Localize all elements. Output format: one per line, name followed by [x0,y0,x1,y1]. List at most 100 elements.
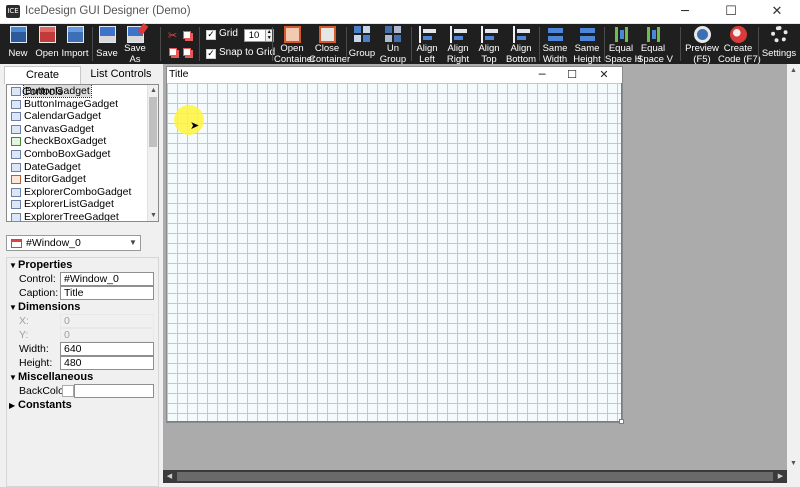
grid-label: Grid [219,28,238,39]
width-field[interactable]: 640 [60,342,154,356]
close-container-button[interactable]: Close Container [309,24,350,65]
equal-space-h-button[interactable]: Equal Space H [605,24,641,65]
toolbar-separator [539,27,540,61]
list-item[interactable]: ExplorerListGadget [7,198,158,211]
object-selector[interactable]: #Window_0 ▼ [6,235,141,251]
vertical-scrollbar[interactable]: ▲ ▼ [787,64,800,470]
list-item[interactable]: EditorGadget [7,173,158,186]
save-button[interactable]: Save [94,24,120,64]
horizontal-scrollbar[interactable]: ◀ ▶ [163,470,787,483]
date-gadget-icon [11,162,21,172]
scroll-down-icon[interactable]: ▼ [148,210,158,221]
object-selector-value: #Window_0 [26,237,81,249]
form-minimize-icon: ─ [538,68,546,81]
list-item[interactable]: CalendarGadget [7,110,158,123]
maximize-button[interactable]: ☐ [708,0,754,24]
duplicate-icon[interactable] [183,48,191,56]
align-left-icon [418,26,436,43]
scroll-thumb[interactable] [177,472,773,481]
window-icon [11,239,22,248]
open-label: Open [35,48,59,59]
align-bottom-icon [512,26,530,43]
height-field[interactable]: 480 [60,356,154,370]
align-bottom-button[interactable]: Align Bottom [505,24,537,65]
preview-button[interactable]: Preview (F5) [685,24,719,65]
list-item[interactable]: DateGadget [7,161,158,174]
save-as-icon [126,26,144,43]
list-item[interactable]: ExplorerComboGadget [7,186,158,199]
import-button[interactable]: Import [61,24,89,64]
explorer-list-gadget-icon [11,200,21,210]
scroll-up-icon[interactable]: ▲ [787,64,800,77]
editor-gadget-icon [11,175,21,185]
open-file-icon [38,26,56,43]
properties-section[interactable]: ▼Properties [9,259,72,272]
list-item[interactable]: ExplorerTreeGadget [7,211,158,221]
create-code-icon [729,26,747,43]
ungroup-button[interactable]: Un Group [379,24,407,65]
same-width-icon [546,26,564,43]
copy-icon[interactable] [183,31,191,39]
open-container-icon [283,26,301,43]
same-height-button[interactable]: Same Height [572,24,602,65]
expand-icon: ▼ [9,303,17,312]
scroll-up-icon[interactable]: ▲ [148,85,158,96]
chevron-down-icon[interactable]: ▼ [127,237,139,249]
design-canvas[interactable]: Title ─ ☐ ✕ ➤ [163,64,787,470]
align-right-label-1: Align [447,43,469,54]
equal-space-v-label-1: Equal [640,43,666,54]
same-width-button[interactable]: Same Width [541,24,569,65]
control-field[interactable]: #Window_0 [60,272,154,286]
expand-icon: ▼ [9,373,17,382]
form-title-bar[interactable]: Title ─ ☐ ✕ [167,67,622,83]
minimize-button[interactable]: ─ [662,0,708,24]
dimensions-section[interactable]: ▼Dimensions [9,301,80,314]
scroll-left-icon[interactable]: ◀ [163,470,176,483]
snap-to-grid-checkbox[interactable]: ✓ [206,49,216,59]
group-button[interactable]: Group [348,24,376,64]
settings-button[interactable]: Settings [760,24,798,64]
group-label: Group [348,48,376,59]
scroll-down-icon[interactable]: ▼ [787,457,800,470]
scroll-right-icon[interactable]: ▶ [774,470,787,483]
tab-list-controls[interactable]: List Controls [83,66,159,84]
list-item[interactable]: CheckBoxGadget [7,135,158,148]
paste-icon[interactable] [169,48,177,56]
window-title: IceDesign GUI Designer (Demo) [25,5,191,17]
equal-space-v-button[interactable]: Equal Space V [637,24,673,65]
list-scrollbar[interactable]: ▲ ▼ [147,85,158,221]
toolbar: New Open Import Save Save As ✂ ✓ Grid 10 ▲… [0,24,800,65]
toolbar-separator [92,27,93,61]
resize-handle[interactable] [619,419,624,424]
form-close-icon: ✕ [599,68,609,81]
new-button[interactable]: New [4,24,32,64]
grid-size-spinner[interactable]: 10 ▲ ▼ [243,29,274,42]
miscellaneous-section[interactable]: ▼Miscellaneous [9,371,93,384]
backcolor-field[interactable] [74,384,154,398]
backcolor-swatch[interactable] [62,385,74,397]
align-top-button[interactable]: Align Top [475,24,503,65]
form-grid[interactable]: ➤ [167,83,622,422]
toolbar-separator [758,27,759,61]
constants-section[interactable]: ▶ Constants [9,399,72,412]
grid-checkbox[interactable]: ✓ [206,30,216,40]
open-button[interactable]: Open [33,24,61,64]
save-as-button[interactable]: Save As [122,24,148,65]
create-code-button[interactable]: Create Code (F7) [718,24,761,65]
cut-icon[interactable]: ✂ [168,30,179,41]
open-container-button[interactable]: Open Container [274,24,315,65]
caption-field[interactable]: Title [60,286,154,300]
form-window[interactable]: Title ─ ☐ ✕ ➤ [166,66,623,423]
controls-list[interactable]: ButtonGadget ButtonImageGadget CalendarG… [6,84,159,222]
list-item[interactable]: CanvasGadget [7,123,158,136]
align-right-button[interactable]: Align Right [443,24,473,65]
preview-label-1: Preview [685,43,719,54]
scroll-thumb[interactable] [149,97,157,147]
close-button[interactable]: ✕ [754,0,800,24]
align-top-icon [480,26,498,43]
explorer-tree-gadget-icon [11,212,21,221]
group-icon [353,26,371,43]
list-item[interactable]: ComboBoxGadget [7,148,158,161]
tab-create-controls[interactable]: Create Controls [4,66,81,98]
align-left-button[interactable]: Align Left [413,24,441,65]
